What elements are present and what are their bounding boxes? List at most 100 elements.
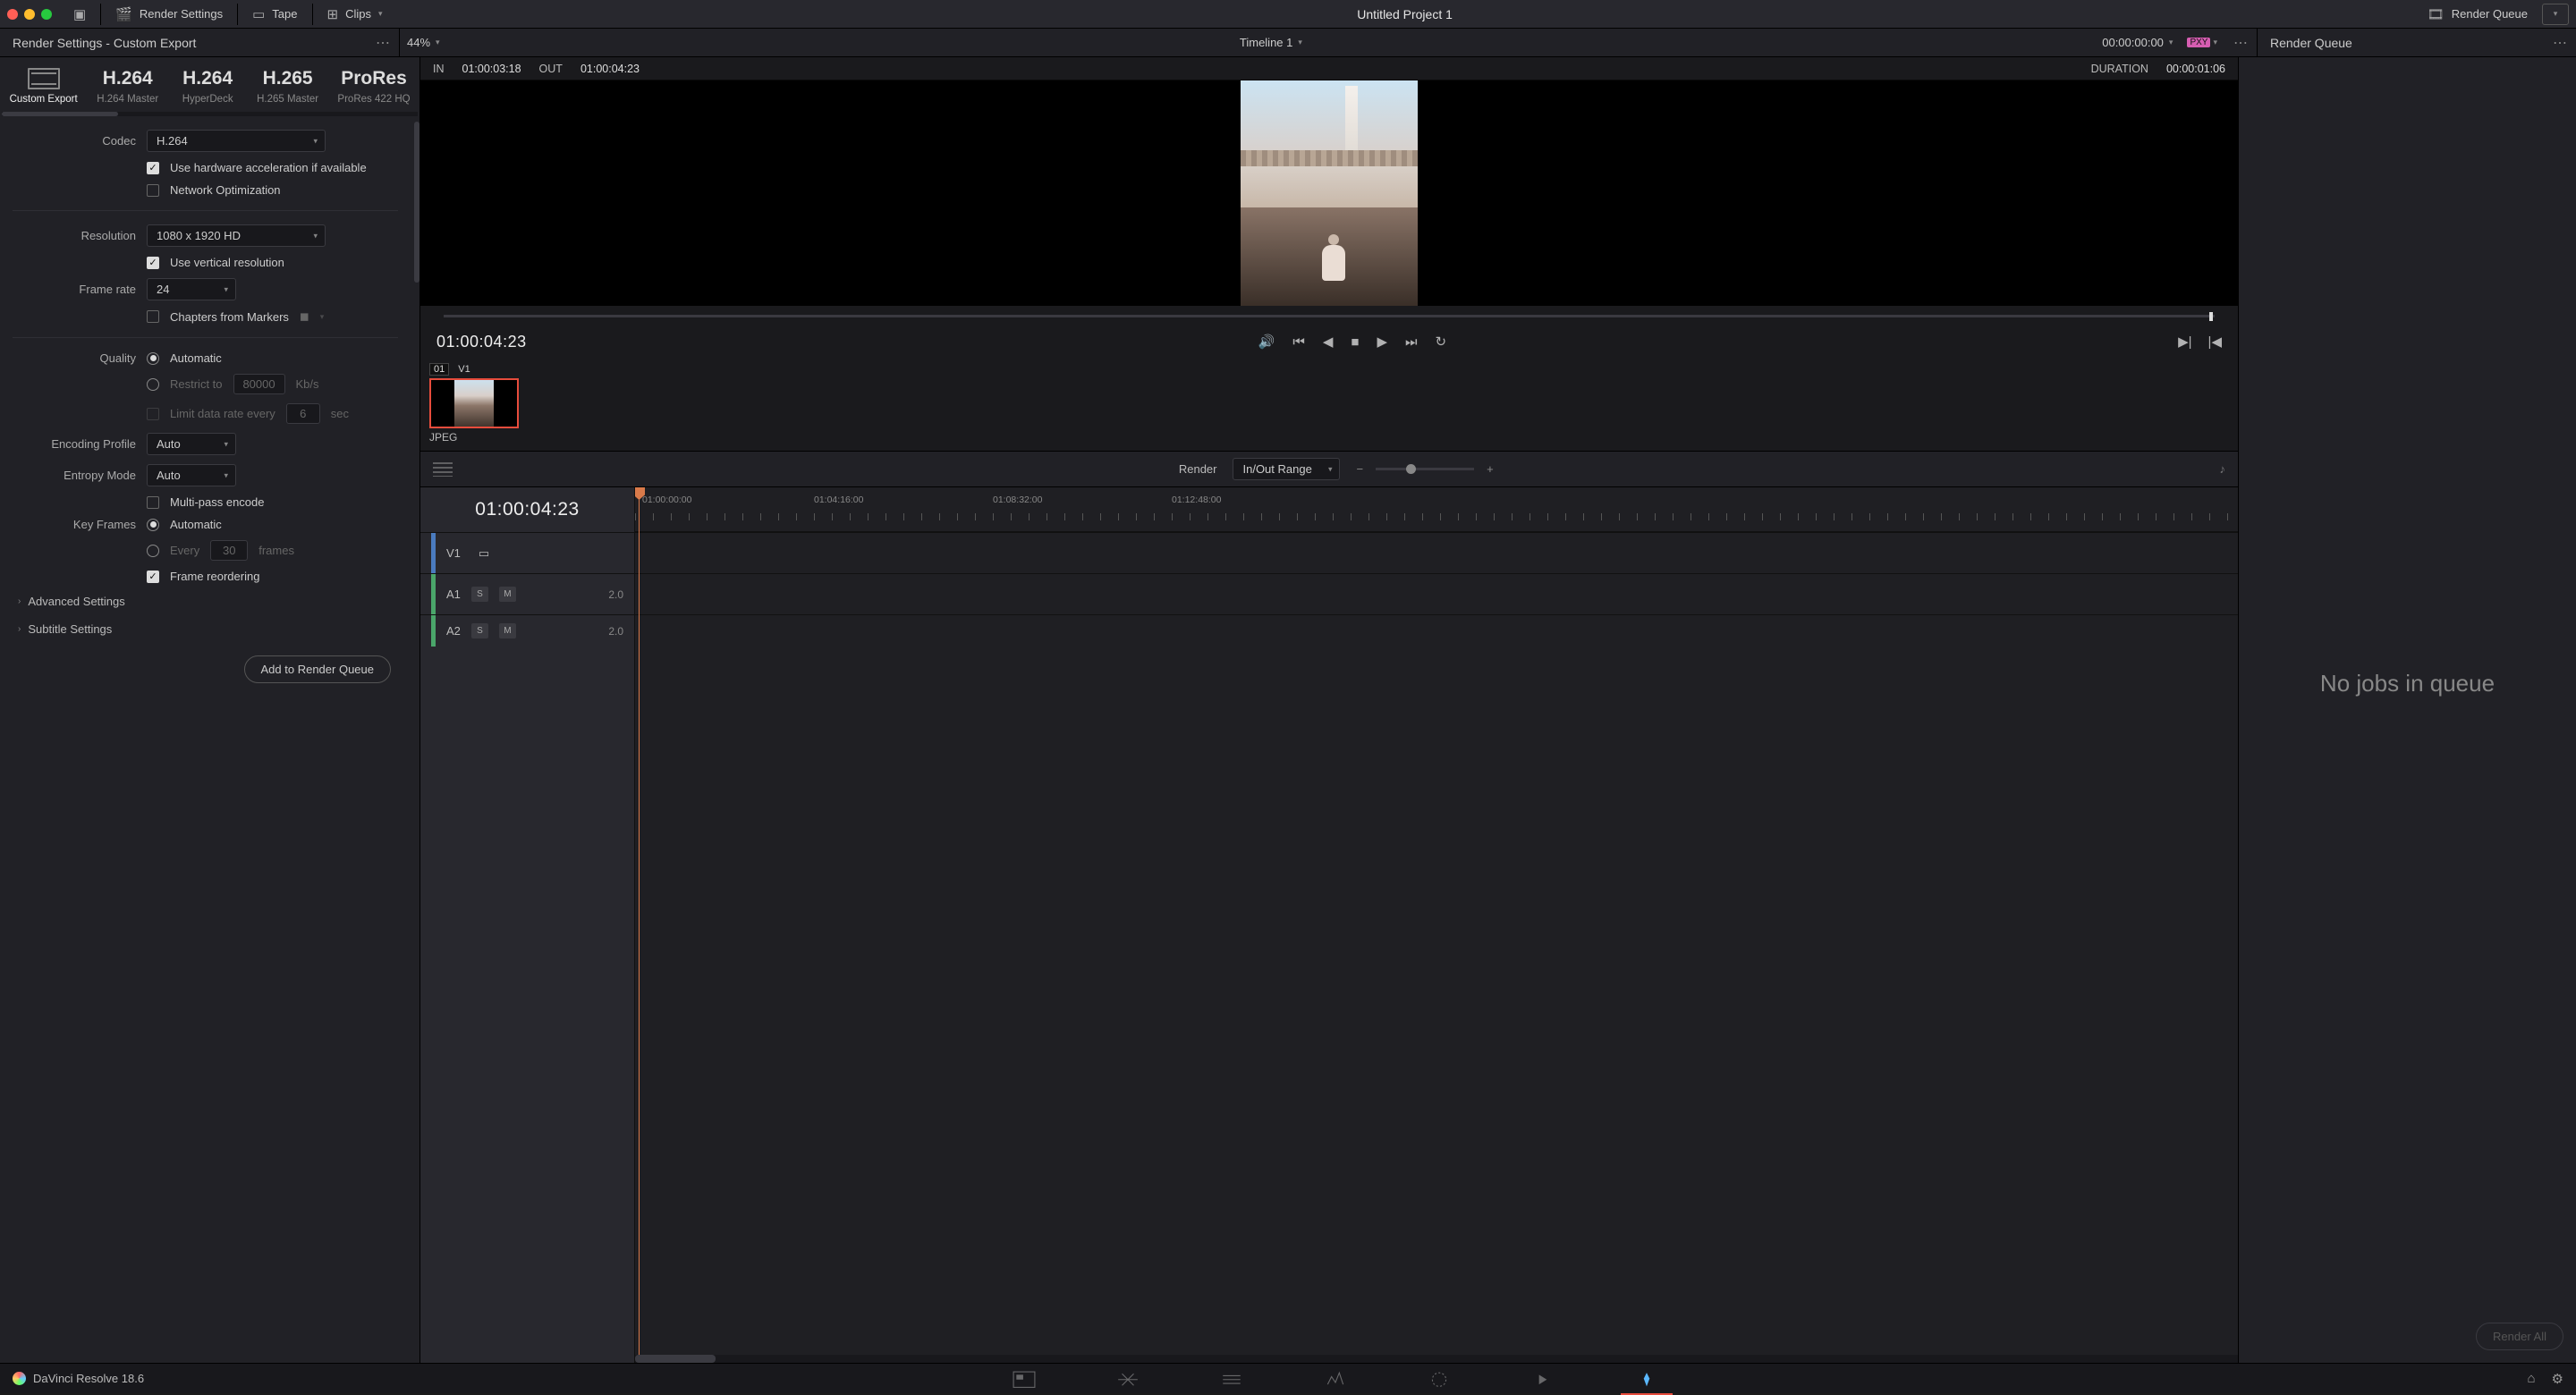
mute-button[interactable]: M — [499, 623, 516, 638]
mute-button[interactable]: M — [499, 587, 516, 602]
zoom-in-icon[interactable]: + — [1487, 462, 1494, 476]
sub-header: Render Settings - Custom Export ⋯ 44%▾ T… — [0, 29, 2576, 57]
page-fairlight-icon[interactable] — [1531, 1371, 1555, 1387]
proxy-mode-button[interactable]: PXY▾ — [2180, 29, 2224, 56]
workspace-icon[interactable]: ▣ — [68, 3, 91, 26]
settings-options-button[interactable]: ⋯ — [367, 29, 399, 56]
limit-rate-checkbox[interactable] — [147, 408, 159, 420]
limit-sec-unit: sec — [331, 407, 349, 420]
home-icon[interactable]: ⌂ — [2527, 1371, 2535, 1387]
clip-thumbnail-image — [429, 378, 519, 428]
fullscreen-window-icon[interactable] — [41, 9, 52, 20]
render-all-button[interactable]: Render All — [2476, 1323, 2563, 1350]
preset-h265-master[interactable]: H.265 H.265 Master — [259, 68, 316, 105]
solo-button[interactable]: S — [471, 623, 488, 638]
render-settings-button[interactable]: 🎬 Render Settings — [110, 3, 228, 26]
chevron-down-icon: ▾ — [378, 9, 383, 19]
hw-accel-checkbox[interactable]: ✓ — [147, 162, 159, 174]
settings-gear-icon[interactable]: ⚙ — [2552, 1371, 2563, 1387]
track-lane-a2[interactable] — [635, 614, 2238, 647]
next-clip-icon[interactable]: ▶| — [2178, 334, 2191, 350]
preset-prores[interactable]: ProRes ProRes 422 HQ — [341, 68, 407, 105]
page-fusion-icon[interactable] — [1324, 1371, 1347, 1387]
timeline-scrollbar[interactable] — [635, 1355, 2238, 1363]
close-window-icon[interactable] — [7, 9, 18, 20]
render-queue-toggle[interactable]: 🎞 Render Queue — [2422, 3, 2533, 26]
preset-custom-export[interactable]: Custom Export — [13, 68, 74, 105]
entropy-mode-label: Entropy Mode — [13, 469, 136, 482]
timeline-tracks[interactable]: 01:00:00:00 01:04:16:00 01:08:32:00 01:1… — [635, 487, 2238, 1363]
frame-reorder-checkbox[interactable]: ✓ — [147, 571, 159, 583]
keyframes-auto-radio[interactable] — [147, 519, 159, 531]
keyframes-every-radio[interactable] — [147, 545, 159, 557]
multipass-checkbox[interactable] — [147, 496, 159, 509]
queue-empty-message: No jobs in queue — [2239, 57, 2576, 1310]
tape-button[interactable]: ▭ Tape — [247, 3, 302, 26]
viewer-frame — [1241, 80, 1418, 306]
viewer-scrubber[interactable] — [433, 308, 2225, 324]
viewer[interactable] — [420, 80, 2238, 306]
render-range-select[interactable]: In/Out Range▾ — [1233, 458, 1340, 480]
solo-button[interactable]: S — [471, 587, 488, 602]
timeline-view-icon[interactable] — [433, 462, 453, 477]
track-headers: 01:00:04:23 V1 ▭ A1 S M 2.0 — [420, 487, 635, 1363]
loop-icon[interactable]: ↻ — [1436, 334, 1447, 350]
chapters-checkbox[interactable] — [147, 310, 159, 323]
quality-restrict-radio[interactable] — [147, 378, 159, 391]
preset-scrollbar[interactable] — [2, 112, 418, 116]
keyframes-n-input[interactable]: 30 — [210, 540, 248, 561]
viewer-options-button[interactable]: ⋯ — [2224, 29, 2257, 56]
step-back-icon[interactable]: ◀ — [1323, 334, 1334, 350]
go-start-icon[interactable]: ⏮ — [1292, 334, 1305, 350]
duration-label: DURATION — [2091, 63, 2148, 75]
app-logo-icon — [13, 1372, 26, 1385]
page-color-icon[interactable] — [1428, 1371, 1451, 1387]
step-fwd-icon[interactable]: ⏭ — [1405, 334, 1418, 350]
track-head-a1[interactable]: A1 S M 2.0 — [420, 573, 634, 614]
prev-clip-icon[interactable]: |◀ — [2208, 334, 2222, 350]
preset-hyperdeck[interactable]: H.264 HyperDeck — [181, 68, 234, 105]
resolution-select[interactable]: 1080 x 1920 HD▾ — [147, 224, 326, 247]
page-edit-icon[interactable] — [1220, 1371, 1243, 1387]
queue-options-button[interactable]: ⋯ — [2544, 29, 2576, 56]
zoom-slider[interactable] — [1376, 468, 1474, 470]
encoding-profile-select[interactable]: Auto▾ — [147, 433, 236, 455]
duration-tc: 00:00:01:06 — [2166, 63, 2225, 75]
add-to-queue-button[interactable]: Add to Render Queue — [244, 655, 391, 683]
codec-label: Codec — [13, 134, 136, 148]
advanced-settings-expander[interactable]: ›Advanced Settings — [0, 588, 411, 615]
quality-auto-radio[interactable] — [147, 352, 159, 365]
stop-icon[interactable]: ■ — [1351, 334, 1359, 350]
audio-meter-icon[interactable]: ♪ — [2220, 462, 2226, 476]
entropy-mode-select[interactable]: Auto▾ — [147, 464, 236, 486]
track-lane-v1[interactable] — [635, 532, 2238, 573]
expand-panel-button[interactable]: ▾ — [2542, 4, 2569, 25]
page-media-icon[interactable] — [1013, 1371, 1036, 1387]
codec-select[interactable]: H.264▾ — [147, 130, 326, 152]
timeline-tc-dropdown[interactable]: 00:00:00:00▾ — [2095, 29, 2180, 56]
center-panel: IN 01:00:03:18 OUT 01:00:04:23 DURATION … — [420, 57, 2238, 1363]
subtitle-settings-expander[interactable]: ›Subtitle Settings — [0, 615, 411, 643]
track-lane-a1[interactable] — [635, 573, 2238, 614]
limit-sec-input[interactable]: 6 — [286, 403, 320, 424]
net-opt-checkbox[interactable] — [147, 184, 159, 197]
viewer-zoom-dropdown[interactable]: 44%▾ — [400, 29, 447, 56]
track-head-a2[interactable]: A2 S M 2.0 — [420, 614, 634, 647]
timeline-selector[interactable]: Timeline 1▾ — [1233, 29, 1309, 56]
settings-scrollbar[interactable] — [414, 122, 419, 283]
volume-icon[interactable]: 🔊 — [1258, 334, 1275, 350]
clip-thumb[interactable]: 01 V1 JPEG — [429, 363, 519, 444]
playhead[interactable] — [639, 487, 640, 1363]
clips-button[interactable]: ⊞ Clips ▾ — [322, 3, 388, 26]
framerate-select[interactable]: 24▾ — [147, 278, 236, 300]
timeline-ruler[interactable]: 01:00:00:00 01:04:16:00 01:08:32:00 01:1… — [635, 487, 2238, 532]
track-head-v1[interactable]: V1 ▭ — [420, 532, 634, 573]
minimize-window-icon[interactable] — [24, 9, 35, 20]
preset-h264-master[interactable]: H.264 H.264 Master — [99, 68, 156, 105]
bitrate-input[interactable]: 80000 — [233, 374, 285, 394]
play-icon[interactable]: ▶ — [1377, 334, 1387, 350]
vert-res-checkbox[interactable]: ✓ — [147, 257, 159, 269]
zoom-out-icon[interactable]: − — [1356, 462, 1363, 476]
page-cut-icon[interactable] — [1116, 1371, 1140, 1387]
page-deliver-icon[interactable] — [1635, 1371, 1658, 1387]
